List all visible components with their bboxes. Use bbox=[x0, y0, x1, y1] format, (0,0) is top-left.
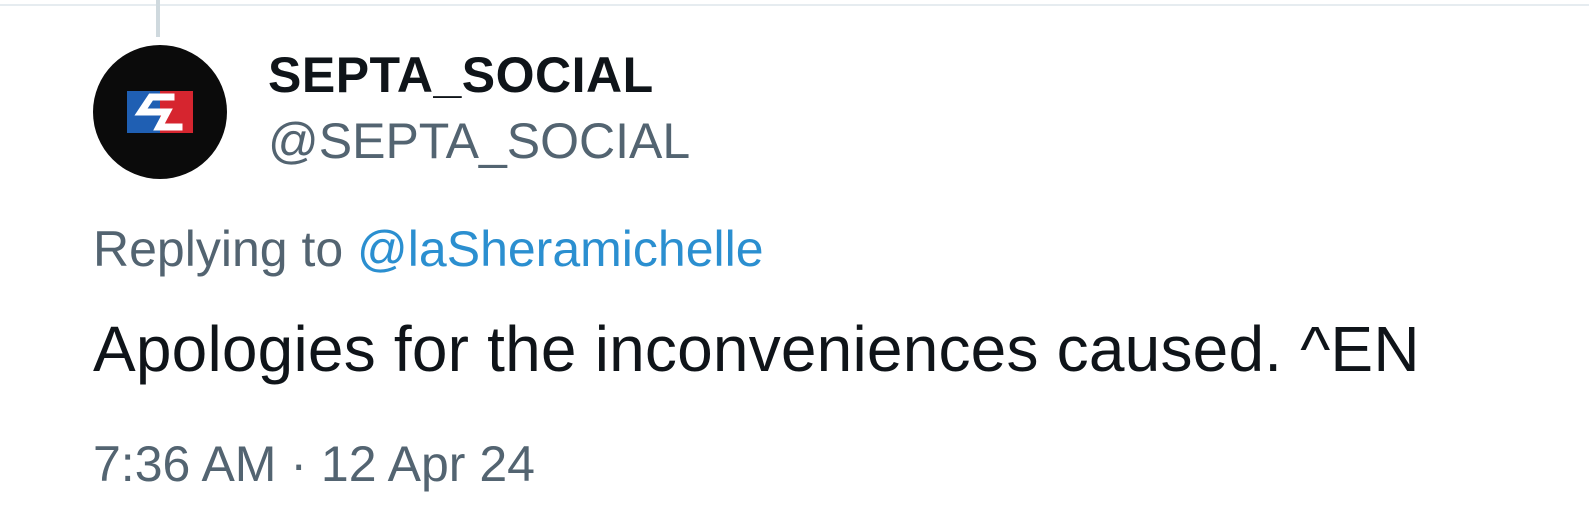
septa-logo-icon bbox=[127, 91, 193, 133]
tweet-timestamp[interactable]: 7:36 AM · 12 Apr 24 bbox=[93, 435, 535, 493]
author-display-name[interactable]: SEPTA_SOCIAL bbox=[268, 46, 654, 104]
avatar[interactable] bbox=[93, 45, 227, 179]
reply-mention-link[interactable]: @laSheramichelle bbox=[357, 221, 764, 277]
thread-connector-line bbox=[156, 0, 160, 37]
replying-to-label: Replying to bbox=[93, 221, 358, 277]
author-handle[interactable]: @SEPTA_SOCIAL bbox=[268, 112, 690, 170]
meta-separator: · bbox=[276, 436, 321, 492]
tweet-date: 12 Apr 24 bbox=[320, 436, 535, 492]
tweet-time: 7:36 AM bbox=[93, 436, 277, 492]
tweet-text: Apologies for the inconveniences caused.… bbox=[93, 313, 1420, 385]
top-divider bbox=[0, 4, 1589, 6]
replying-to-line: Replying to @laSheramichelle bbox=[93, 220, 764, 278]
